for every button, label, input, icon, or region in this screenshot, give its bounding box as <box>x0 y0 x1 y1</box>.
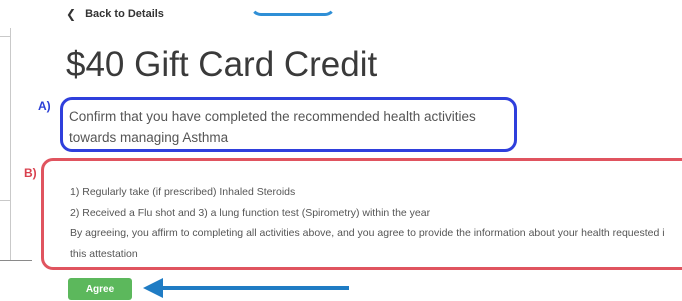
attestation-item: By agreeing, you affirm to completing al… <box>70 227 665 239</box>
back-to-details-link[interactable]: ❮ Back to Details <box>66 8 164 20</box>
attestation-item: 1) Regularly take (if prescribed) Inhale… <box>70 186 296 198</box>
annotation-marker-b: B) <box>24 166 37 180</box>
panel-divider <box>0 260 32 261</box>
page: ❮ Back to Details $40 Gift Card Credit A… <box>0 0 682 301</box>
confirm-text-line: Confirm that you have completed the reco… <box>69 109 476 124</box>
annotation-marker-a: A) <box>38 99 51 113</box>
attestation-item: this attestation <box>70 247 138 260</box>
attestation-box: 1) Regularly take (if prescribed) Inhale… <box>41 158 682 270</box>
agree-button[interactable]: Agree <box>68 278 132 300</box>
back-link-label: Back to Details <box>85 8 164 20</box>
panel-divider <box>0 200 11 201</box>
confirm-instruction-box: Confirm that you have completed the reco… <box>60 97 517 152</box>
panel-divider <box>10 28 11 261</box>
attestation-item: 2) Received a Flu shot and 3) a lung fun… <box>70 206 431 219</box>
panel-divider <box>0 36 11 37</box>
chevron-left-icon: ❮ <box>66 7 77 21</box>
arrow-left-icon <box>143 278 349 298</box>
confirm-text-line: towards managing Asthma <box>69 130 229 145</box>
page-title: $40 Gift Card Credit <box>66 45 378 84</box>
decorative-arc <box>250 0 336 16</box>
